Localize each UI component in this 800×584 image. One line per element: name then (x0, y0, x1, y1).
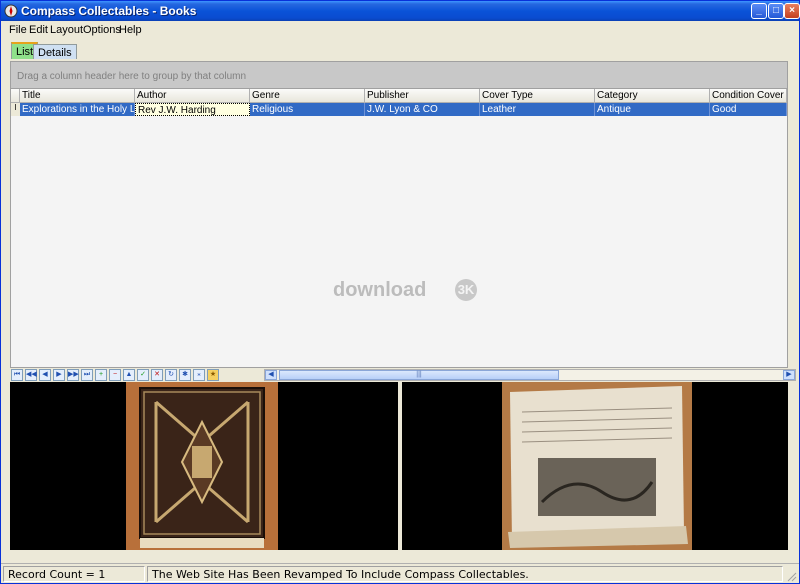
book-interior-image (502, 382, 692, 550)
nav-edit-button[interactable]: ▲ (123, 369, 135, 381)
book-cover-image (126, 382, 278, 550)
cell-cover-type[interactable]: Leather (480, 103, 595, 116)
column-header-title[interactable]: Title (20, 89, 135, 103)
menu-edit[interactable]: Edit (29, 24, 48, 36)
column-header-condition-cover[interactable]: Condition Cover (710, 89, 787, 103)
nav-goto-bookmark-button[interactable]: ⁎ (193, 369, 205, 381)
nav-refresh-button[interactable]: ↻ (165, 369, 177, 381)
nav-prev-button[interactable]: ◀ (39, 369, 51, 381)
menu-bar: File Edit Layout Options Help (1, 21, 799, 39)
close-button[interactable]: × (784, 3, 800, 19)
menu-file[interactable]: File (9, 24, 27, 36)
cell-category[interactable]: Antique (595, 103, 710, 116)
menu-options[interactable]: Options (83, 24, 121, 36)
watermark-badge: 3K (455, 279, 477, 301)
nav-bookmark-button[interactable]: ✱ (179, 369, 191, 381)
column-header-genre[interactable]: Genre (250, 89, 365, 103)
grid-header: Title Author Genre Publisher Cover Type … (11, 89, 787, 103)
maximize-button[interactable]: □ (768, 3, 784, 19)
nav-filter-button[interactable]: ★ (207, 369, 219, 381)
nav-cancel-button[interactable]: ✕ (151, 369, 163, 381)
watermark-text: download (333, 279, 427, 301)
row-indicator-header[interactable] (11, 89, 20, 103)
minimize-button[interactable]: _ (751, 3, 767, 19)
nav-delete-button[interactable]: − (109, 369, 121, 381)
menu-layout[interactable]: Layout (50, 24, 83, 36)
interior-image-panel (402, 382, 788, 550)
cell-publisher[interactable]: J.W. Lyon & CO (365, 103, 480, 116)
column-header-category[interactable]: Category (595, 89, 710, 103)
nav-prev-page-button[interactable]: ◀◀ (25, 369, 37, 381)
cover-image-panel (10, 382, 398, 550)
window-title: Compass Collectables - Books (21, 4, 197, 18)
record-navigator: ⏮ ◀◀ ◀ ▶ ▶▶ ⏭ + − ▲ ✓ ✕ ↻ ✱ ⁎ ★ ◀ ||| ▶ (10, 367, 796, 381)
scroll-right-button[interactable]: ▶ (783, 370, 795, 380)
table-row[interactable]: I Explorations in the Holy Land Rev J.W.… (11, 103, 787, 116)
cell-author[interactable]: Rev J.W. Harding (135, 103, 250, 116)
nav-next-page-button[interactable]: ▶▶ (67, 369, 79, 381)
nav-post-button[interactable]: ✓ (137, 369, 149, 381)
cell-genre[interactable]: Religious (250, 103, 365, 116)
status-bar: Record Count = 1 The Web Site Has Been R… (1, 563, 799, 583)
tab-details[interactable]: Details (33, 44, 77, 59)
status-message: The Web Site Has Been Revamped To Includ… (147, 566, 783, 582)
resize-grip-icon[interactable] (785, 570, 797, 582)
nav-insert-button[interactable]: + (95, 369, 107, 381)
app-window: Compass Collectables - Books _ □ × File … (0, 0, 800, 584)
group-by-panel[interactable]: Drag a column header here to group by th… (10, 61, 788, 89)
menu-help[interactable]: Help (119, 24, 142, 36)
record-count: Record Count = 1 (3, 566, 145, 582)
nav-first-button[interactable]: ⏮ (11, 369, 23, 381)
row-indicator[interactable]: I (11, 103, 20, 116)
column-header-cover-type[interactable]: Cover Type (480, 89, 595, 103)
cell-condition-cover[interactable]: Good (710, 103, 787, 116)
nav-last-button[interactable]: ⏭ (81, 369, 93, 381)
scroll-left-button[interactable]: ◀ (265, 370, 277, 380)
compass-icon (4, 4, 18, 18)
column-header-author[interactable]: Author (135, 89, 250, 103)
books-grid: Title Author Genre Publisher Cover Type … (10, 89, 788, 367)
scroll-thumb[interactable]: ||| (279, 370, 559, 380)
cell-title[interactable]: Explorations in the Holy Land (20, 103, 135, 116)
column-header-publisher[interactable]: Publisher (365, 89, 480, 103)
horizontal-scrollbar[interactable]: ◀ ||| ▶ (264, 369, 796, 381)
title-bar[interactable]: Compass Collectables - Books _ □ × (1, 1, 800, 21)
nav-next-button[interactable]: ▶ (53, 369, 65, 381)
